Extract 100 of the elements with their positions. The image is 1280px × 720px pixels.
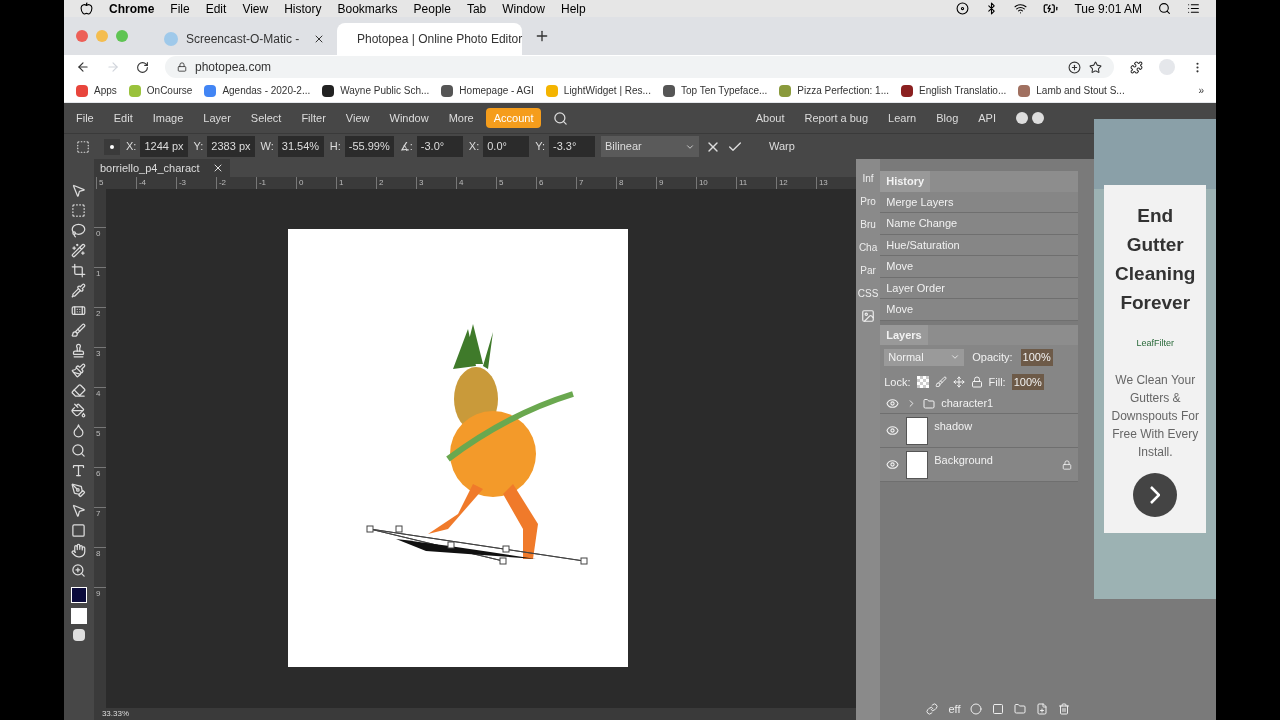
- move-tool-icon[interactable]: [71, 183, 87, 198]
- bookmark-link[interactable]: Apps: [94, 83, 117, 98]
- background-swatch[interactable]: [70, 608, 87, 624]
- value-field[interactable]: -55.99%: [344, 136, 394, 157]
- image-icon[interactable]: [861, 309, 876, 323]
- menu-item[interactable]: Help: [560, 0, 586, 18]
- menu-item[interactable]: Filter: [301, 109, 326, 127]
- more-bookmarks-link[interactable]: »: [1198, 83, 1204, 98]
- new-layer-icon[interactable]: [1036, 703, 1049, 715]
- menu-item[interactable]: File: [76, 109, 94, 127]
- rectangle-tool-icon[interactable]: [71, 523, 87, 538]
- menu-item[interactable]: People: [413, 0, 451, 18]
- search-icon[interactable]: [1158, 2, 1171, 15]
- back-icon[interactable]: [76, 60, 90, 74]
- header-link[interactable]: Blog: [936, 109, 959, 127]
- crop-tool-icon[interactable]: [71, 263, 87, 278]
- menu-item[interactable]: Select: [250, 109, 282, 127]
- lock-pixels-icon[interactable]: [934, 375, 947, 388]
- address-field[interactable]: photopea.com: [165, 56, 1114, 78]
- value-field[interactable]: 2383 px: [207, 136, 255, 157]
- value-field[interactable]: 31.54%: [277, 136, 324, 157]
- bandage-tool-icon[interactable]: [71, 303, 87, 318]
- lasso-tool-icon[interactable]: [71, 223, 87, 238]
- wand-tool-icon[interactable]: [71, 243, 87, 258]
- value-field[interactable]: -3.3°: [549, 136, 595, 157]
- bookmark-link[interactable]: Pizza Perfection: 1...: [797, 83, 889, 98]
- bookmark-link[interactable]: Agendas - 2020-2...: [222, 83, 311, 98]
- reload-icon[interactable]: [136, 60, 149, 74]
- adjustment-icon[interactable]: [970, 703, 983, 715]
- apple-icon[interactable]: [80, 2, 93, 15]
- header-link[interactable]: Learn: [888, 109, 917, 127]
- reference-point-icon[interactable]: [104, 138, 120, 155]
- bookmark-link[interactable]: Homepage - AGI: [459, 83, 534, 98]
- quick-mask-icon[interactable]: [72, 629, 85, 641]
- menu-item[interactable]: Bookmarks: [337, 0, 398, 18]
- eyedropper-tool-icon[interactable]: [71, 283, 87, 298]
- opacity-field[interactable]: 100%: [1020, 349, 1053, 366]
- add-icon[interactable]: [1068, 60, 1081, 74]
- pointer-tool-icon[interactable]: [71, 503, 87, 518]
- menu-item[interactable]: Edit: [205, 0, 227, 18]
- stamp-tool-icon[interactable]: [71, 343, 87, 358]
- effects-button[interactable]: eff: [948, 700, 961, 718]
- folder-icon[interactable]: [1014, 703, 1027, 715]
- mask-icon[interactable]: [992, 703, 1005, 715]
- menu-item[interactable]: Tab: [466, 0, 487, 18]
- menu-item[interactable]: View: [345, 109, 370, 127]
- bookmark-link[interactable]: Lamb and Stout S...: [1036, 83, 1125, 98]
- bookmark-link[interactable]: Top Ten Typeface...: [680, 83, 768, 98]
- close-window-icon[interactable]: [76, 30, 88, 42]
- extensions-icon[interactable]: [1130, 60, 1143, 74]
- lock-transparency-icon[interactable]: [916, 375, 929, 388]
- delete-icon[interactable]: [1058, 703, 1071, 715]
- interpolation-dropdown[interactable]: Bilinear: [601, 136, 699, 157]
- wifi-icon[interactable]: [1014, 2, 1028, 15]
- bookmark-link[interactable]: OnCourse: [146, 83, 193, 98]
- marquee-tool-icon[interactable]: [71, 203, 87, 218]
- star-icon[interactable]: [1089, 60, 1102, 74]
- menu-item[interactable]: History: [284, 0, 322, 18]
- hand-tool-icon[interactable]: [71, 543, 87, 558]
- value-field[interactable]: -3.0°: [416, 136, 463, 157]
- bucket-tool-icon[interactable]: [71, 403, 87, 418]
- header-link[interactable]: API: [978, 109, 996, 127]
- eraser-tool-icon[interactable]: [71, 383, 87, 398]
- pen-tool-icon[interactable]: [71, 483, 87, 498]
- header-link[interactable]: About: [755, 109, 785, 127]
- menu-item[interactable]: More: [448, 109, 474, 127]
- lock-all-icon[interactable]: [970, 375, 983, 388]
- menu-item[interactable]: Image: [152, 109, 184, 127]
- eye-icon[interactable]: [886, 397, 901, 410]
- menu-item[interactable]: Layer: [203, 109, 231, 127]
- eye-icon[interactable]: [886, 424, 901, 437]
- menu-item[interactable]: File: [170, 0, 190, 18]
- value-field[interactable]: 0.0°: [483, 136, 530, 157]
- fill-field[interactable]: 100%: [1011, 373, 1044, 390]
- search-icon[interactable]: [553, 110, 569, 126]
- browser-tab[interactable]: Photopea | Online Photo Editor: [337, 23, 522, 55]
- brush-tool-icon[interactable]: [71, 323, 87, 338]
- zoom-tool-icon[interactable]: [71, 563, 87, 578]
- paintbrush-tool-icon[interactable]: [71, 363, 87, 378]
- transform-icon[interactable]: [76, 139, 90, 154]
- value-field[interactable]: 1244 px: [140, 136, 188, 157]
- battery-icon[interactable]: [1043, 1, 1059, 16]
- magnifier-tool-icon[interactable]: [71, 443, 87, 458]
- text-tool-icon[interactable]: [71, 463, 87, 478]
- foreground-swatch[interactable]: [70, 587, 87, 603]
- bookmark-link[interactable]: LightWidget | Res...: [563, 83, 651, 98]
- menu-item[interactable]: Window: [502, 0, 545, 18]
- bookmark-link[interactable]: English Translatio...: [919, 83, 1007, 98]
- menu-item[interactable]: View: [242, 0, 269, 18]
- close-icon[interactable]: [313, 33, 325, 45]
- record-icon[interactable]: [956, 2, 970, 15]
- header-link[interactable]: Report a bug: [804, 109, 869, 127]
- menu-item[interactable]: Chrome: [109, 0, 155, 18]
- link-icon[interactable]: [926, 703, 939, 715]
- warp-button[interactable]: Warp: [769, 138, 795, 155]
- document-tab[interactable]: borriello_p4_charact: [93, 159, 230, 177]
- menu-item[interactable]: Window: [389, 109, 429, 127]
- lock-position-icon[interactable]: [952, 375, 965, 388]
- bookmark-link[interactable]: Wayne Public Sch...: [340, 83, 430, 98]
- menu-item[interactable]: Edit: [113, 109, 133, 127]
